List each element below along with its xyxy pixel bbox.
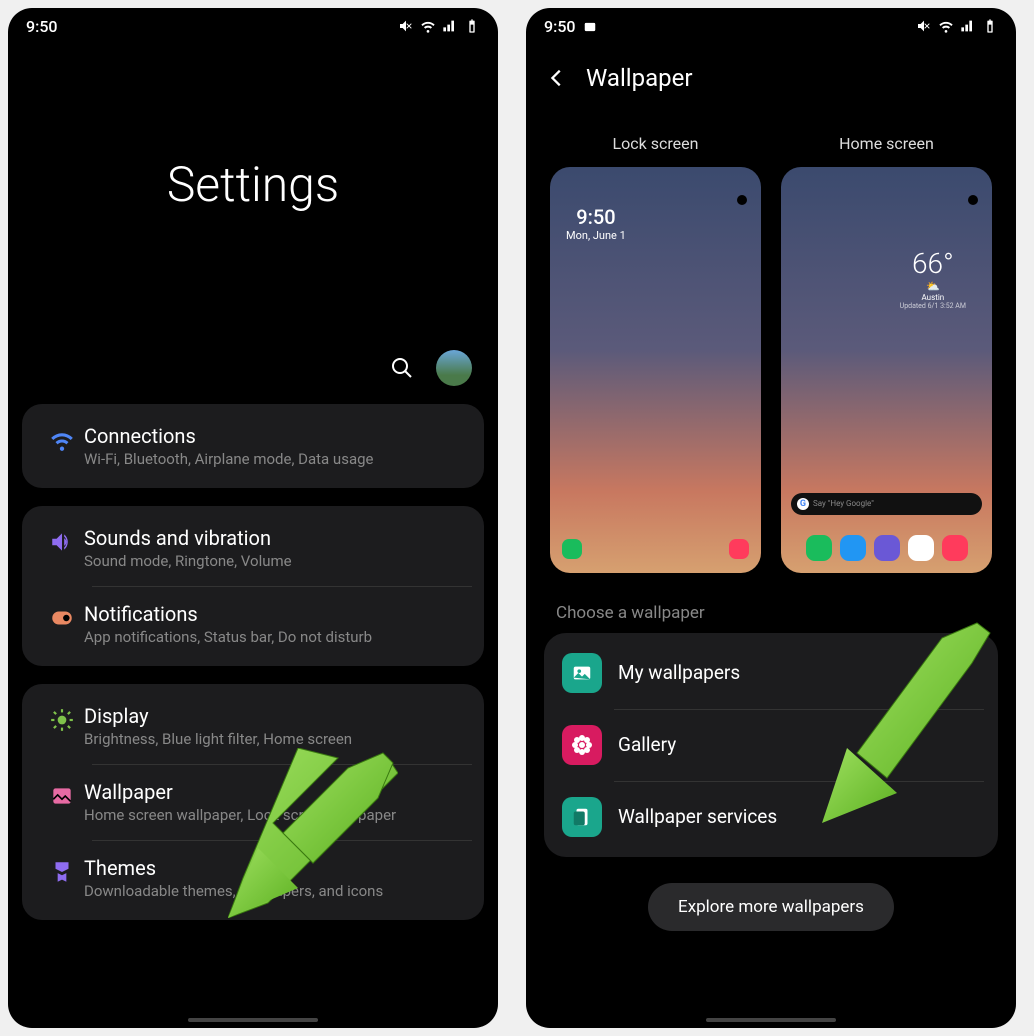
search-icon[interactable]: [390, 356, 414, 380]
explore-more-button[interactable]: Explore more wallpapers: [648, 883, 894, 931]
camera-app-icon: [942, 535, 968, 561]
item-title: Display: [84, 704, 476, 728]
signal-icon: [960, 18, 976, 34]
phone-app-icon: [562, 539, 582, 559]
mute-icon: [398, 18, 414, 34]
play-store-icon: [908, 535, 934, 561]
status-time: 9:50: [544, 17, 597, 36]
item-sub: Sound mode, Ringtone, Volume: [84, 552, 476, 570]
item-title: Wallpaper services: [618, 805, 777, 828]
settings-item-connections[interactable]: Connections Wi-Fi, Bluetooth, Airplane m…: [22, 408, 484, 484]
status-bar: 9:50: [8, 8, 498, 44]
picture-icon: [571, 662, 593, 684]
status-indicators: [916, 18, 998, 34]
wallpaper-previews: Lock screen 9:50 Mon, June 1 Home screen…: [526, 104, 1016, 583]
home-dock: [781, 535, 992, 561]
settings-header: Settings: [8, 44, 498, 404]
wifi-icon: [49, 427, 75, 453]
google-search-bar: GSay "Hey Google": [791, 493, 982, 515]
nav-hint[interactable]: [706, 1018, 836, 1022]
status-time: 9:50: [26, 17, 58, 36]
wallpaper-header: Wallpaper: [526, 44, 1016, 104]
weather-widget: 66° ⛅ Austin Updated 6/1 3:52 AM: [900, 247, 966, 310]
avatar[interactable]: [436, 350, 472, 386]
item-title: Connections: [84, 424, 476, 448]
lock-date: Mon, June 1: [566, 229, 626, 242]
item-sub: Brightness, Blue light filter, Home scre…: [84, 730, 476, 748]
settings-group: Sounds and vibration Sound mode, Rington…: [22, 506, 484, 666]
signal-icon: [442, 18, 458, 34]
status-indicators: [398, 18, 480, 34]
sound-icon: [49, 529, 75, 555]
home-screen-preview[interactable]: 66° ⛅ Austin Updated 6/1 3:52 AM GSay "H…: [781, 167, 992, 573]
phone-settings: 9:50 Settings Connections Wi-Fi, Bluetoo…: [8, 8, 498, 1028]
item-title: Gallery: [618, 733, 676, 756]
settings-item-notifications[interactable]: Notifications App notifications, Status …: [22, 586, 484, 662]
lock-time: 9:50: [566, 205, 626, 229]
battery-icon: [982, 18, 998, 34]
browser-app-icon: [874, 535, 900, 561]
phone-app-icon: [806, 535, 832, 561]
annotation-arrow-icon: [812, 618, 992, 828]
settings-group: Connections Wi-Fi, Bluetooth, Airplane m…: [22, 404, 484, 488]
preview-label-home: Home screen: [781, 134, 992, 153]
themes-icon: [49, 859, 75, 885]
settings-item-sounds[interactable]: Sounds and vibration Sound mode, Rington…: [22, 510, 484, 586]
image-indicator-icon: [583, 20, 597, 34]
wallpaper-icon: [49, 783, 75, 809]
mute-icon: [916, 18, 932, 34]
item-title: Sounds and vibration: [84, 526, 476, 550]
notification-icon: [49, 605, 75, 631]
camera-cutout-icon: [968, 195, 978, 205]
preview-label-lock: Lock screen: [550, 134, 761, 153]
page-title: Settings: [167, 156, 339, 213]
item-title: My wallpapers: [618, 661, 740, 684]
phone-wallpaper: 9:50 Wallpaper Lock screen 9:50 Mon, Jun…: [526, 8, 1016, 1028]
wifi-icon: [938, 18, 954, 34]
lock-screen-preview[interactable]: 9:50 Mon, June 1: [550, 167, 761, 573]
back-icon[interactable]: [546, 67, 568, 89]
camera-cutout-icon: [737, 195, 747, 205]
messages-app-icon: [840, 535, 866, 561]
brightness-icon: [49, 707, 75, 733]
item-sub: App notifications, Status bar, Do not di…: [84, 628, 476, 646]
item-sub: Wi-Fi, Bluetooth, Airplane mode, Data us…: [84, 450, 476, 468]
battery-icon: [464, 18, 480, 34]
camera-app-icon: [729, 539, 749, 559]
status-bar: 9:50: [526, 8, 1016, 44]
wifi-icon: [420, 18, 436, 34]
nav-hint[interactable]: [188, 1018, 318, 1022]
annotation-arrow-icon: [228, 748, 398, 918]
flower-icon: [570, 733, 594, 757]
item-title: Notifications: [84, 602, 476, 626]
services-icon: [571, 806, 593, 828]
page-title: Wallpaper: [586, 64, 693, 92]
